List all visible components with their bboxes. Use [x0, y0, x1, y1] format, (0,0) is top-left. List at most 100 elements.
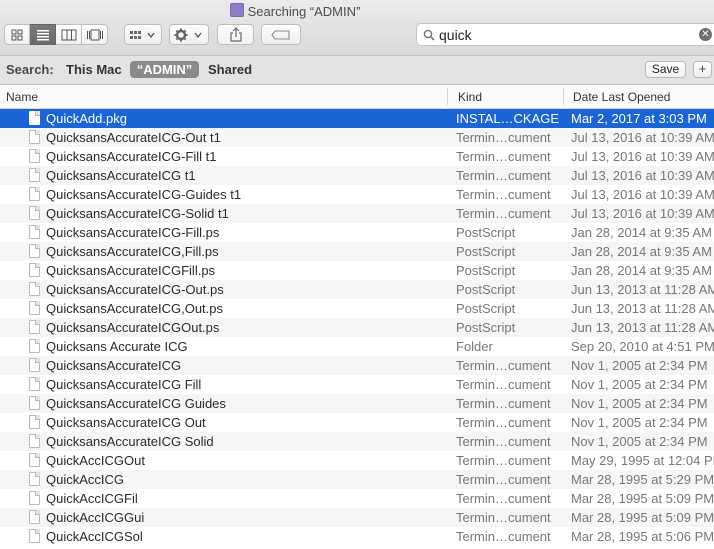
file-date: Jul 13, 2016 at 10:39 AM — [571, 130, 714, 145]
file-date: Mar 2, 2017 at 3:03 PM — [571, 111, 707, 126]
search-input[interactable] — [439, 26, 689, 43]
file-row[interactable]: QuicksansAccurateICG Termin…cument Nov 1, … — [0, 356, 714, 375]
share-button[interactable] — [217, 24, 254, 45]
column-divider[interactable] — [563, 88, 564, 105]
list-view-icon — [36, 29, 49, 40]
file-date: Mar 28, 1995 at 5:06 PM — [571, 529, 714, 544]
clear-search-icon[interactable]: ✕ — [699, 28, 712, 41]
search-field[interactable]: ✕ — [416, 23, 714, 46]
file-name: QuicksansAccurateICG — [46, 358, 182, 373]
file-name: QuickAccICGOut — [46, 453, 145, 468]
smart-folder-icon — [229, 3, 244, 17]
column-date-last-opened[interactable]: Date Last Opened — [573, 90, 670, 104]
file-date: Nov 1, 2005 at 2:34 PM — [571, 377, 708, 392]
file-row[interactable]: QuicksansAccurateICG-Out.ps PostScript Jun… — [0, 280, 714, 299]
file-row[interactable]: QuicksansAccurateICGFill.ps PostScript Jan… — [0, 261, 714, 280]
file-date: Jan 28, 2014 at 9:35 AM — [571, 225, 712, 240]
edit-tags-button[interactable] — [261, 24, 301, 45]
document-icon — [29, 415, 40, 429]
document-icon — [29, 491, 40, 505]
file-row[interactable]: QuicksansAccurateICG-Solid t1 Termin…cume… — [0, 204, 714, 223]
add-criteria-button[interactable]: + — [693, 61, 712, 78]
file-kind: Termin…cument — [456, 396, 551, 411]
group-by-icon — [130, 30, 155, 39]
file-row[interactable]: QuickAccICGGui Termin…cument Mar 28, 1995 … — [0, 508, 714, 527]
file-row[interactable]: QuickAdd.pkg INSTAL…CKAGE Mar 2, 2017 at 3… — [0, 109, 714, 128]
file-row[interactable]: QuicksansAccurateICG Out Termin…cument Nov… — [0, 413, 714, 432]
document-icon — [29, 225, 40, 239]
file-row[interactable]: QuickAccICGOut Termin…cument May 29, 1995 … — [0, 451, 714, 470]
file-row[interactable]: QuickAccICG Termin…cument Mar 28, 1995 at … — [0, 470, 714, 489]
file-name: QuicksansAccurateICG-Out.ps — [46, 282, 224, 297]
cover-flow-button[interactable] — [82, 24, 108, 45]
file-kind: Termin…cument — [456, 415, 551, 430]
file-date: Jul 13, 2016 at 10:39 AM — [571, 149, 714, 164]
column-kind[interactable]: Kind — [458, 90, 482, 104]
document-icon — [29, 434, 40, 448]
icon-view-button[interactable] — [4, 24, 30, 45]
file-name: QuicksansAccurateICG-Solid t1 — [46, 206, 229, 221]
document-icon — [29, 339, 40, 353]
column-divider[interactable] — [447, 88, 448, 105]
file-row[interactable]: QuicksansAccurateICG Fill Termin…cument No… — [0, 375, 714, 394]
tag-icon — [271, 29, 290, 40]
list-view-button[interactable] — [30, 24, 56, 45]
file-row[interactable]: QuicksansAccurateICG-Fill.ps PostScript Ja… — [0, 223, 714, 242]
file-name: QuickAccICG — [46, 472, 125, 487]
file-name: QuicksansAccurateICG-Fill t1 — [46, 149, 217, 164]
file-kind: Termin…cument — [456, 434, 551, 449]
icon-view-icon — [11, 29, 23, 40]
scope-this-mac[interactable]: This Mac — [66, 62, 122, 77]
file-kind: PostScript — [456, 301, 516, 316]
file-row[interactable]: QuickAccICGFil Termin…cument Mar 28, 1995 … — [0, 489, 714, 508]
file-row[interactable]: QuicksansAccurateICG-Fill t1 Termin…cumen… — [0, 147, 714, 166]
file-name: QuicksansAccurateICG Out — [46, 415, 206, 430]
file-row[interactable]: Quicksans Accurate ICG Folder Sep 20, 2010… — [0, 337, 714, 356]
file-name: QuicksansAccurateICG,Fill.ps — [46, 244, 219, 259]
scope-shared[interactable]: Shared — [208, 62, 252, 77]
file-name: QuicksansAccurateICG t1 — [46, 168, 196, 183]
save-search-button[interactable]: Save — [645, 61, 686, 78]
file-row[interactable]: QuickAccICGSol Termin…cument Mar 28, 1995 … — [0, 527, 714, 546]
gear-icon — [174, 28, 202, 41]
file-row[interactable]: QuicksansAccurateICG-Guides t1 Termin…cum… — [0, 185, 714, 204]
file-kind: PostScript — [456, 263, 516, 278]
file-name: QuickAccICGFil — [46, 491, 138, 506]
file-date: Jul 13, 2016 at 10:39 AM — [571, 168, 714, 183]
document-icon — [29, 510, 40, 524]
document-icon — [29, 396, 40, 410]
document-icon — [29, 453, 40, 467]
share-icon — [229, 27, 242, 42]
document-icon — [29, 358, 40, 372]
file-name: QuicksansAccurateICG Fill — [46, 377, 202, 392]
file-kind: Termin…cument — [456, 168, 551, 183]
file-row[interactable]: QuicksansAccurateICG Guides Termin…cument… — [0, 394, 714, 413]
scope-label: Search: — [6, 62, 54, 77]
document-icon — [29, 472, 40, 486]
file-kind: Folder — [456, 339, 493, 354]
file-row[interactable]: QuicksansAccurateICG,Out.ps PostScript Jun… — [0, 299, 714, 318]
file-date: Jun 13, 2013 at 11:28 AM — [571, 282, 714, 297]
file-row[interactable]: QuicksansAccurateICG-Out t1 Termin…cument… — [0, 128, 714, 147]
file-kind: Termin…cument — [456, 130, 551, 145]
file-row[interactable]: QuicksansAccurateICGOut.ps PostScript Jun … — [0, 318, 714, 337]
file-kind: INSTAL…CKAGE — [456, 111, 560, 126]
window-title-text: Searching “ADMIN” — [247, 4, 361, 19]
document-icon — [29, 282, 40, 296]
file-kind: Termin…cument — [456, 377, 551, 392]
column-view-button[interactable] — [56, 24, 82, 45]
file-date: Mar 28, 1995 at 5:09 PM — [571, 491, 714, 506]
file-date: Jul 13, 2016 at 10:39 AM — [571, 187, 714, 202]
file-row[interactable]: QuicksansAccurateICG Solid Termin…cument N… — [0, 432, 714, 451]
file-name: QuickAdd.pkg — [46, 111, 127, 126]
action-button[interactable] — [169, 24, 209, 45]
group-by-button[interactable] — [124, 24, 162, 45]
column-header: Name Kind Date Last Opened — [0, 85, 714, 109]
document-icon — [29, 301, 40, 315]
file-row[interactable]: QuicksansAccurateICG,Fill.ps PostScript Ja… — [0, 242, 714, 261]
file-row[interactable]: QuicksansAccurateICG t1 Termin…cument Jul … — [0, 166, 714, 185]
column-name[interactable]: Name — [6, 90, 38, 104]
document-icon — [29, 187, 40, 201]
file-date: Nov 1, 2005 at 2:34 PM — [571, 358, 708, 373]
scope-admin[interactable]: “ADMIN” — [130, 61, 199, 78]
